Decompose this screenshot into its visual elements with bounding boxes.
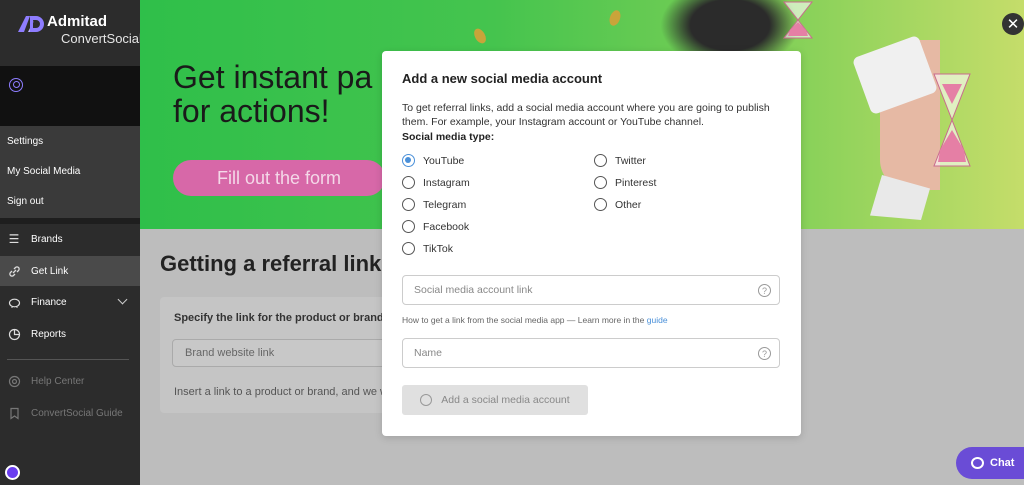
fill-out-form-button[interactable]: Fill out the form xyxy=(173,160,385,196)
add-social-account-button[interactable]: Add a social media account xyxy=(402,385,588,415)
radio-label: Telegram xyxy=(423,198,467,211)
admitad-logo-icon xyxy=(18,16,44,32)
my-social-media-link[interactable]: My Social Media xyxy=(7,166,80,177)
radio-label: Twitter xyxy=(615,154,646,167)
radio-pinterest[interactable]: Pinterest xyxy=(594,176,656,189)
link-icon xyxy=(420,394,433,406)
nav-item-label: Brands xyxy=(31,233,63,245)
nav-item-label: Help Center xyxy=(31,375,85,387)
hourglass-icon xyxy=(933,73,971,167)
help-icon xyxy=(7,374,21,388)
nav-item-label: Finance xyxy=(31,296,67,308)
radio-label: Other xyxy=(615,198,642,211)
modal-description: To get referral links, add a social medi… xyxy=(402,102,770,128)
social-link-placeholder: Social media account link xyxy=(414,284,533,296)
radio-twitter[interactable]: Twitter xyxy=(594,154,646,167)
chat-label: Chat xyxy=(990,457,1015,469)
name-placeholder: Name xyxy=(414,347,443,359)
banner-title: Get instant pa for actions! xyxy=(173,59,373,129)
chat-button[interactable]: Chat xyxy=(956,447,1024,479)
radio-button[interactable] xyxy=(594,176,607,189)
radio-telegram[interactable]: Telegram xyxy=(402,198,466,211)
page-title: Getting a referral link xyxy=(160,251,382,276)
leaf-decoration xyxy=(471,26,489,46)
nav-item-help-center[interactable]: Help Center xyxy=(0,366,140,396)
radio-button[interactable] xyxy=(402,176,415,189)
nav-item-label: Get Link xyxy=(31,265,69,277)
account-menu: Settings My Social Media Sign out xyxy=(0,126,140,218)
link-icon xyxy=(7,264,21,278)
chevron-down-icon[interactable] xyxy=(117,294,128,305)
social-type-label: Social media type: xyxy=(402,131,495,143)
chat-bubble-icon xyxy=(971,457,984,469)
avatar[interactable] xyxy=(5,465,20,480)
modal-title: Add a new social media account xyxy=(402,71,603,86)
nav-item-reports[interactable]: Reports xyxy=(0,319,140,349)
help-icon[interactable]: ? xyxy=(758,284,771,297)
radio-tiktok[interactable]: TikTok xyxy=(402,242,453,255)
add-social-account-modal: Add a new social media account To get re… xyxy=(382,51,801,436)
user-icon[interactable] xyxy=(9,78,23,92)
product-name: ConvertSocial xyxy=(61,31,142,46)
card-label: Specify the link for the product or bran… xyxy=(174,312,384,324)
radio-button[interactable] xyxy=(594,154,607,167)
nav-item-convertsocial-guide[interactable]: ConvertSocial Guide xyxy=(0,398,140,428)
radio-label: YouTube xyxy=(423,154,465,167)
radio-facebook[interactable]: Facebook xyxy=(402,220,469,233)
guide-link[interactable]: guide xyxy=(647,315,668,325)
radio-button[interactable] xyxy=(402,220,415,233)
layers-icon: ☰ xyxy=(8,232,20,246)
piggy-bank-icon xyxy=(7,295,21,309)
radio-instagram[interactable]: Instagram xyxy=(402,176,470,189)
pie-chart-icon xyxy=(7,327,21,341)
radio-other[interactable]: Other xyxy=(594,198,641,211)
nav-item-label: ConvertSocial Guide xyxy=(31,407,123,419)
radio-label: Instagram xyxy=(423,176,470,189)
radio-label: Pinterest xyxy=(615,176,657,189)
hourglass-icon xyxy=(782,1,814,39)
radio-button[interactable] xyxy=(594,198,607,211)
bookmark-icon xyxy=(7,406,21,420)
help-icon[interactable]: ? xyxy=(758,347,771,360)
radio-youtube[interactable]: YouTube xyxy=(402,154,464,167)
brand-name: Admitad xyxy=(47,13,107,30)
nav-item-get-link[interactable]: Get Link xyxy=(0,256,140,286)
social-link-field[interactable]: Social media account link ? xyxy=(402,275,780,305)
leaf-decoration xyxy=(607,8,623,28)
radio-button[interactable] xyxy=(402,198,415,211)
nav-item-brands[interactable]: ☰ Brands xyxy=(0,224,140,254)
link-hint: How to get a link from the social media … xyxy=(402,315,668,325)
card-hint: Insert a link to a product or brand, and… xyxy=(174,386,396,398)
name-field[interactable]: Name ? xyxy=(402,338,780,368)
nav-item-label: Reports xyxy=(31,328,67,340)
close-icon[interactable]: ✕ xyxy=(1002,13,1024,35)
nav-item-finance[interactable]: Finance xyxy=(0,287,140,317)
link-hint-text: How to get a link from the social media … xyxy=(402,315,645,325)
logo[interactable]: Admitad ConvertSocial xyxy=(16,14,142,45)
sidebar: Admitad ConvertSocial Settings My Social… xyxy=(0,0,142,485)
radio-button[interactable] xyxy=(402,242,415,255)
sign-out-link[interactable]: Sign out xyxy=(7,196,44,207)
radio-label: TikTok xyxy=(423,242,453,255)
nav-divider xyxy=(7,359,129,360)
radio-button[interactable] xyxy=(402,154,415,167)
settings-link[interactable]: Settings xyxy=(7,136,43,147)
add-button-label: Add a social media account xyxy=(441,394,570,406)
user-block xyxy=(0,66,140,126)
radio-label: Facebook xyxy=(423,220,470,233)
